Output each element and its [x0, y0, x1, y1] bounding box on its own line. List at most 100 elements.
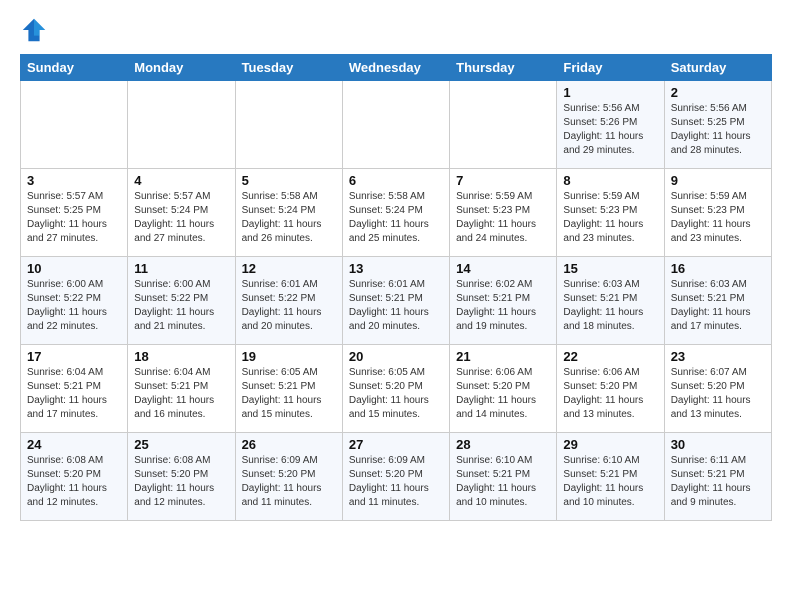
calendar-cell — [342, 81, 449, 169]
day-number: 25 — [134, 437, 228, 452]
day-info: Sunrise: 6:04 AM Sunset: 5:21 PM Dayligh… — [134, 366, 228, 422]
calendar-cell: 14 Sunrise: 6:02 AM Sunset: 5:21 PM Dayli… — [450, 257, 557, 345]
week-row-2: 3Sunrise: 5:57 AM Sunset: 5:25 PM Daylig… — [21, 169, 772, 257]
day-number: 10 — [27, 261, 121, 276]
day-number: 16 — [671, 261, 765, 276]
day-number: 29 — [563, 437, 657, 452]
weekday-friday: Friday — [557, 55, 664, 81]
calendar-cell: 22 Sunrise: 6:06 AM Sunset: 5:20 PM Dayli… — [557, 345, 664, 433]
day-number: 8 — [563, 173, 657, 188]
calendar: SundayMondayTuesdayWednesdayThursdayFrid… — [20, 54, 772, 521]
calendar-cell: 12Sunrise: 6:01 AM Sunset: 5:22 PM Dayli… — [235, 257, 342, 345]
day-info: Sunrise: 6:08 AM Sunset: 5:20 PM Dayligh… — [134, 454, 228, 510]
day-number: 4 — [134, 173, 228, 188]
day-info: Sunrise: 6:01 AM Sunset: 5:22 PM Dayligh… — [242, 278, 336, 334]
week-row-3: 10 Sunrise: 6:00 AM Sunset: 5:22 PM Dayli… — [21, 257, 772, 345]
day-info: Sunrise: 6:11 AM Sunset: 5:21 PM Dayligh… — [671, 454, 765, 510]
day-number: 2 — [671, 85, 765, 100]
calendar-cell: 19 Sunrise: 6:05 AM Sunset: 5:21 PM Dayli… — [235, 345, 342, 433]
day-info: Sunrise: 6:10 AM Sunset: 5:21 PM Dayligh… — [456, 454, 550, 510]
calendar-cell: 8 Sunrise: 5:59 AM Sunset: 5:23 PM Daylig… — [557, 169, 664, 257]
day-number: 7 — [456, 173, 550, 188]
logo-icon — [20, 16, 48, 44]
calendar-cell: 9 Sunrise: 5:59 AM Sunset: 5:23 PM Daylig… — [664, 169, 771, 257]
header — [20, 16, 772, 44]
day-number: 30 — [671, 437, 765, 452]
day-info: Sunrise: 6:03 AM Sunset: 5:21 PM Dayligh… — [563, 278, 657, 334]
day-info: Sunrise: 6:05 AM Sunset: 5:20 PM Dayligh… — [349, 366, 443, 422]
calendar-cell: 24Sunrise: 6:08 AM Sunset: 5:20 PM Dayli… — [21, 433, 128, 521]
calendar-cell: 26 Sunrise: 6:09 AM Sunset: 5:20 PM Dayli… — [235, 433, 342, 521]
day-info: Sunrise: 5:59 AM Sunset: 5:23 PM Dayligh… — [671, 190, 765, 246]
day-info: Sunrise: 5:58 AM Sunset: 5:24 PM Dayligh… — [242, 190, 336, 246]
day-number: 18 — [134, 349, 228, 364]
week-row-5: 24Sunrise: 6:08 AM Sunset: 5:20 PM Dayli… — [21, 433, 772, 521]
day-number: 14 — [456, 261, 550, 276]
calendar-cell: 7Sunrise: 5:59 AM Sunset: 5:23 PM Daylig… — [450, 169, 557, 257]
calendar-cell — [128, 81, 235, 169]
calendar-cell — [21, 81, 128, 169]
day-info: Sunrise: 6:07 AM Sunset: 5:20 PM Dayligh… — [671, 366, 765, 422]
calendar-cell — [235, 81, 342, 169]
day-info: Sunrise: 5:56 AM Sunset: 5:25 PM Dayligh… — [671, 102, 765, 158]
weekday-monday: Monday — [128, 55, 235, 81]
calendar-cell: 11Sunrise: 6:00 AM Sunset: 5:22 PM Dayli… — [128, 257, 235, 345]
day-number: 23 — [671, 349, 765, 364]
day-number: 17 — [27, 349, 121, 364]
day-info: Sunrise: 6:09 AM Sunset: 5:20 PM Dayligh… — [242, 454, 336, 510]
day-number: 9 — [671, 173, 765, 188]
day-number: 21 — [456, 349, 550, 364]
day-info: Sunrise: 6:05 AM Sunset: 5:21 PM Dayligh… — [242, 366, 336, 422]
calendar-cell: 15 Sunrise: 6:03 AM Sunset: 5:21 PM Dayli… — [557, 257, 664, 345]
day-info: Sunrise: 5:56 AM Sunset: 5:26 PM Dayligh… — [563, 102, 657, 158]
day-info: Sunrise: 6:04 AM Sunset: 5:21 PM Dayligh… — [27, 366, 121, 422]
calendar-cell: 21 Sunrise: 6:06 AM Sunset: 5:20 PM Dayli… — [450, 345, 557, 433]
day-number: 22 — [563, 349, 657, 364]
week-row-1: 1 Sunrise: 5:56 AM Sunset: 5:26 PM Daylig… — [21, 81, 772, 169]
calendar-cell — [450, 81, 557, 169]
calendar-cell: 17 Sunrise: 6:04 AM Sunset: 5:21 PM Dayli… — [21, 345, 128, 433]
day-info: Sunrise: 6:06 AM Sunset: 5:20 PM Dayligh… — [456, 366, 550, 422]
day-info: Sunrise: 6:03 AM Sunset: 5:21 PM Dayligh… — [671, 278, 765, 334]
calendar-cell: 2 Sunrise: 5:56 AM Sunset: 5:25 PM Daylig… — [664, 81, 771, 169]
calendar-cell: 18 Sunrise: 6:04 AM Sunset: 5:21 PM Dayli… — [128, 345, 235, 433]
day-info: Sunrise: 5:57 AM Sunset: 5:24 PM Dayligh… — [134, 190, 228, 246]
calendar-cell: 27 Sunrise: 6:09 AM Sunset: 5:20 PM Dayli… — [342, 433, 449, 521]
day-info: Sunrise: 6:01 AM Sunset: 5:21 PM Dayligh… — [349, 278, 443, 334]
day-info: Sunrise: 5:57 AM Sunset: 5:25 PM Dayligh… — [27, 190, 121, 246]
weekday-tuesday: Tuesday — [235, 55, 342, 81]
day-number: 1 — [563, 85, 657, 100]
calendar-cell: 13 Sunrise: 6:01 AM Sunset: 5:21 PM Dayli… — [342, 257, 449, 345]
calendar-cell: 29 Sunrise: 6:10 AM Sunset: 5:21 PM Dayli… — [557, 433, 664, 521]
calendar-cell: 10 Sunrise: 6:00 AM Sunset: 5:22 PM Dayli… — [21, 257, 128, 345]
calendar-cell: 1 Sunrise: 5:56 AM Sunset: 5:26 PM Daylig… — [557, 81, 664, 169]
day-number: 13 — [349, 261, 443, 276]
day-info: Sunrise: 6:00 AM Sunset: 5:22 PM Dayligh… — [134, 278, 228, 334]
calendar-cell: 6Sunrise: 5:58 AM Sunset: 5:24 PM Daylig… — [342, 169, 449, 257]
day-number: 20 — [349, 349, 443, 364]
weekday-header-row: SundayMondayTuesdayWednesdayThursdayFrid… — [21, 55, 772, 81]
day-info: Sunrise: 6:09 AM Sunset: 5:20 PM Dayligh… — [349, 454, 443, 510]
calendar-cell: 23 Sunrise: 6:07 AM Sunset: 5:20 PM Dayli… — [664, 345, 771, 433]
calendar-cell: 16 Sunrise: 6:03 AM Sunset: 5:21 PM Dayli… — [664, 257, 771, 345]
day-info: Sunrise: 6:06 AM Sunset: 5:20 PM Dayligh… — [563, 366, 657, 422]
weekday-wednesday: Wednesday — [342, 55, 449, 81]
day-number: 26 — [242, 437, 336, 452]
calendar-cell: 3Sunrise: 5:57 AM Sunset: 5:25 PM Daylig… — [21, 169, 128, 257]
day-number: 15 — [563, 261, 657, 276]
day-number: 5 — [242, 173, 336, 188]
day-number: 19 — [242, 349, 336, 364]
day-info: Sunrise: 5:59 AM Sunset: 5:23 PM Dayligh… — [563, 190, 657, 246]
weekday-saturday: Saturday — [664, 55, 771, 81]
day-info: Sunrise: 6:08 AM Sunset: 5:20 PM Dayligh… — [27, 454, 121, 510]
day-info: Sunrise: 6:10 AM Sunset: 5:21 PM Dayligh… — [563, 454, 657, 510]
week-row-4: 17 Sunrise: 6:04 AM Sunset: 5:21 PM Dayli… — [21, 345, 772, 433]
weekday-thursday: Thursday — [450, 55, 557, 81]
day-number: 6 — [349, 173, 443, 188]
day-number: 27 — [349, 437, 443, 452]
day-info: Sunrise: 6:02 AM Sunset: 5:21 PM Dayligh… — [456, 278, 550, 334]
calendar-cell: 25 Sunrise: 6:08 AM Sunset: 5:20 PM Dayli… — [128, 433, 235, 521]
weekday-sunday: Sunday — [21, 55, 128, 81]
calendar-cell: 4 Sunrise: 5:57 AM Sunset: 5:24 PM Daylig… — [128, 169, 235, 257]
day-info: Sunrise: 6:00 AM Sunset: 5:22 PM Dayligh… — [27, 278, 121, 334]
